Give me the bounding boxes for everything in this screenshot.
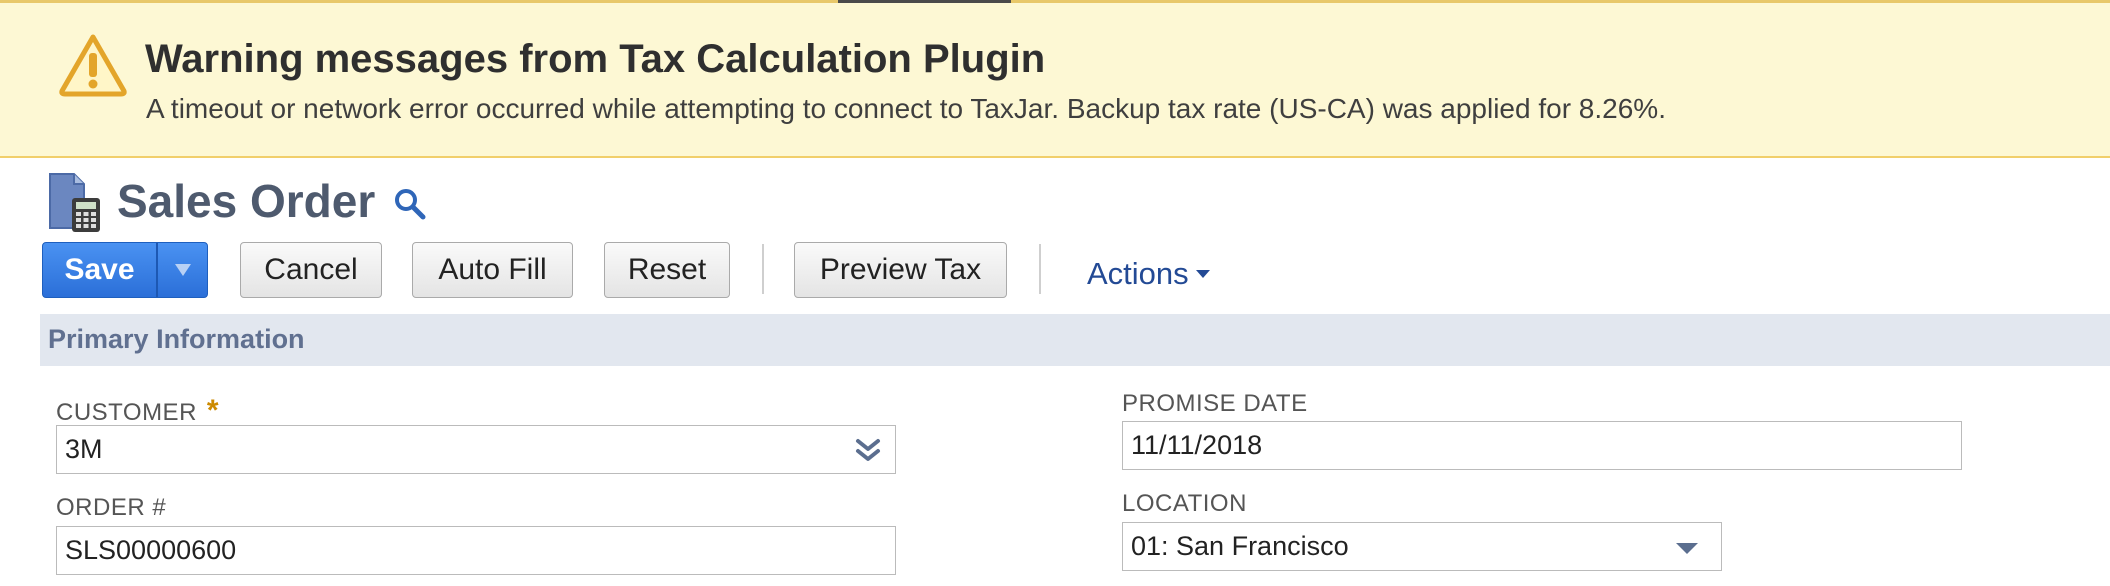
double-chevron-down-icon[interactable] — [855, 438, 881, 464]
search-icon[interactable] — [392, 186, 428, 222]
actions-menu[interactable]: Actions — [1087, 256, 1211, 292]
section-title: Primary Information — [48, 324, 305, 354]
save-button-group[interactable]: Save — [42, 242, 208, 298]
sales-order-icon — [49, 173, 100, 232]
primary-information-section[interactable] — [40, 314, 2110, 366]
warning-icon — [59, 34, 127, 97]
toolbar-separator — [762, 244, 764, 294]
triangle-down-icon — [174, 264, 191, 276]
caret-down-icon — [1195, 270, 1210, 278]
warning-banner: Warning messages from Tax Calculation Pl… — [0, 3, 2110, 158]
cancel-button[interactable]: Cancel — [240, 242, 382, 298]
location-label: LOCATION — [1122, 490, 1247, 517]
triangle-down-icon[interactable] — [1675, 541, 1699, 555]
save-dropdown-button[interactable] — [158, 243, 207, 297]
customer-value: 3M — [65, 434, 103, 464]
location-value: 01: San Francisco — [1131, 531, 1349, 561]
promise-date-label: PROMISE DATE — [1122, 390, 1308, 417]
warning-message: A timeout or network error occurred whil… — [146, 93, 1666, 124]
toolbar-separator — [1039, 244, 1041, 294]
promise-date-value: 11/11/2018 — [1131, 430, 1263, 460]
customer-label: CUSTOMER * — [56, 394, 219, 428]
customer-label-text: CUSTOMER — [56, 399, 197, 426]
reset-button[interactable]: Reset — [604, 242, 730, 298]
page-title: Sales Order — [117, 175, 376, 227]
auto-fill-button[interactable]: Auto Fill — [412, 242, 573, 298]
location-select[interactable]: 01: San Francisco — [1122, 522, 1722, 571]
customer-select[interactable]: 3M — [56, 425, 896, 474]
order-number-field[interactable]: SLS00000600 — [56, 526, 896, 575]
preview-tax-button[interactable]: Preview Tax — [794, 242, 1007, 298]
save-button[interactable]: Save — [43, 243, 156, 297]
order-number-label: ORDER # — [56, 494, 167, 521]
required-marker: * — [206, 394, 220, 427]
actions-label: Actions — [1087, 256, 1189, 291]
order-number-value: SLS00000600 — [65, 535, 237, 565]
promise-date-field[interactable]: 11/11/2018 — [1122, 421, 1962, 470]
warning-title: Warning messages from Tax Calculation Pl… — [145, 37, 1046, 81]
